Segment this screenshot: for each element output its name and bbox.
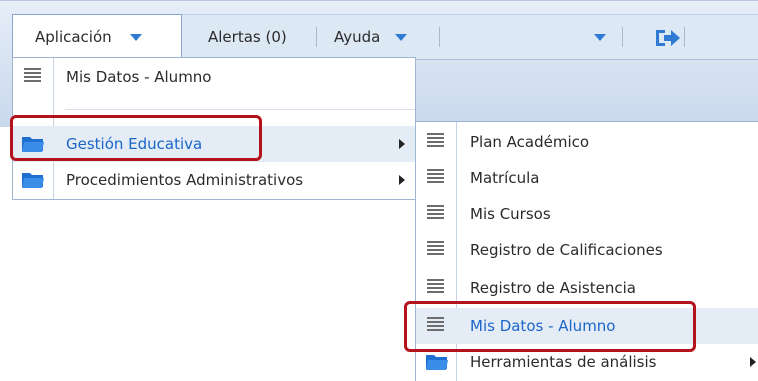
submenu-item-label: Registro de Calificaciones — [470, 241, 663, 259]
submenu-item-label: Mis Cursos — [470, 205, 551, 223]
list-icon — [427, 241, 444, 256]
menu-ayuda-label: Ayuda — [334, 28, 381, 46]
submenu-item-plan-academico[interactable]: Plan Académico — [416, 124, 758, 160]
submenu-item-label: Matrícula — [470, 169, 540, 187]
chevron-right-icon — [399, 175, 405, 185]
folder-icon — [22, 171, 44, 189]
list-icon — [427, 205, 444, 220]
menu-aplicacion[interactable]: Aplicación — [12, 14, 182, 60]
menu-item-mis-datos-alumno[interactable]: Mis Datos - Alumno — [13, 59, 415, 95]
menu-divider — [684, 27, 685, 47]
menu-item-procedimientos-administrativos[interactable]: Procedimientos Administrativos — [13, 162, 415, 198]
submenu-item-registro-de-calificaciones[interactable]: Registro de Calificaciones — [416, 232, 758, 268]
list-icon — [427, 133, 444, 148]
highlight-gestion-educativa — [10, 115, 262, 161]
list-icon — [427, 279, 444, 294]
menu-item-label: Mis Datos - Alumno — [66, 68, 212, 86]
highlight-mis-datos-alumno — [404, 301, 696, 352]
folder-icon — [426, 353, 448, 371]
chevron-down-icon — [395, 34, 408, 41]
chevron-down-icon — [130, 34, 143, 41]
chevron-right-icon — [399, 139, 405, 149]
menu-alertas-label: Alertas (0) — [208, 28, 287, 46]
menu-item-label: Procedimientos Administrativos — [66, 171, 304, 189]
menu-alertas[interactable]: Alertas (0) — [208, 15, 287, 59]
menu-divider — [622, 27, 623, 47]
menu-divider — [316, 27, 317, 47]
chevron-right-icon — [750, 357, 756, 367]
menu-separator — [65, 109, 415, 110]
menu-ayuda[interactable]: Ayuda — [334, 15, 408, 59]
submenu-item-mis-cursos[interactable]: Mis Cursos — [416, 196, 758, 232]
logout-icon[interactable] — [656, 29, 680, 47]
submenu-item-label: Plan Académico — [470, 133, 590, 151]
submenu-item-matricula[interactable]: Matrícula — [416, 160, 758, 196]
menu-bar: Aplicación Alertas (0) Ayuda — [12, 14, 758, 60]
menu-aplicacion-label: Aplicación — [35, 28, 112, 46]
list-icon — [24, 68, 41, 83]
user-menu-chevron-down-icon[interactable] — [594, 34, 606, 41]
list-icon — [427, 169, 444, 184]
menu-divider — [439, 27, 440, 47]
